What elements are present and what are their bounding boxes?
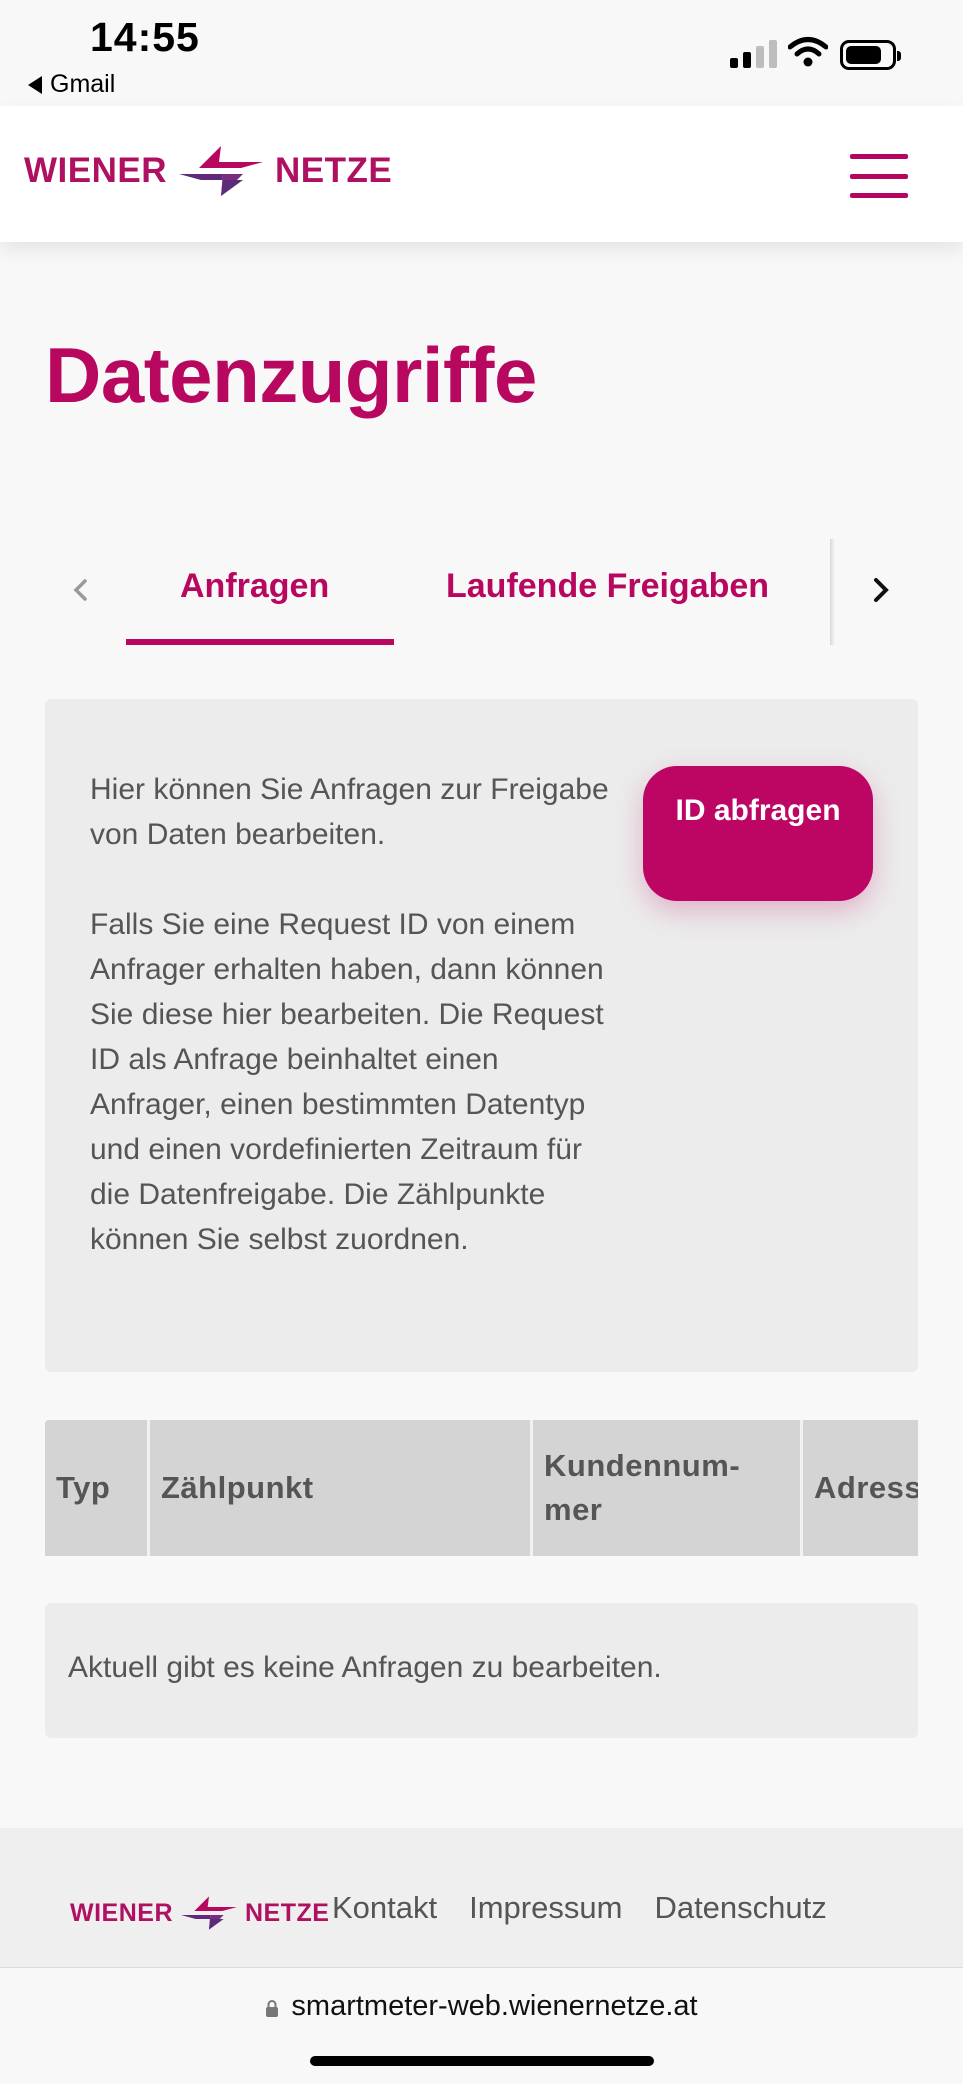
wifi-icon (788, 37, 828, 67)
cellular-signal-icon (730, 40, 777, 68)
column-header-zaehlpunkt: Zählpunkt (147, 1420, 530, 1556)
chevron-right-icon[interactable] (866, 575, 896, 605)
url-text: smartmeter-web.wienernetze.at (291, 1990, 698, 2022)
footer-link-datenschutz[interactable]: Datenschutz (654, 1890, 826, 1926)
tab-anfragen[interactable]: Anfragen (180, 567, 329, 606)
page-title: Datenzugriffe (45, 331, 537, 419)
footer-logo-mark-icon (181, 1896, 237, 1930)
column-header-kundennummer: Kundennum­mer (530, 1420, 800, 1556)
id-abfragen-button[interactable]: ID abfragen (643, 766, 873, 901)
footer-link-kontakt[interactable]: Kontakt (332, 1890, 437, 1926)
lock-icon (266, 1999, 279, 2017)
footer-nav: Kontakt Impressum Datenschutz (332, 1890, 827, 1926)
info-card: Hier können Sie Anfragen zur Freigabe vo… (45, 699, 918, 1372)
column-header-typ: Typ (45, 1420, 147, 1556)
tab-scroll-fade (830, 539, 835, 645)
logo-mark-icon (179, 146, 263, 196)
info-paragraph-2: Falls Sie eine Request ID von einem Anfr… (90, 908, 604, 1256)
logo-word-right: NETZE (275, 151, 393, 190)
tab-laufende-freigaben[interactable]: Laufende Freigaben (446, 567, 769, 606)
empty-state-message: Aktuell gibt es keine Anfragen zu bearbe… (68, 1651, 662, 1684)
site-footer: WIENER NETZE Kontakt Impressum Datenschu… (0, 1828, 963, 1968)
wiener-netze-logo[interactable]: WIENER NETZE (24, 146, 392, 196)
footer-logo-word-right: NETZE (245, 1898, 330, 1927)
info-text: Hier können Sie Anfragen zur Freigabe vo… (90, 767, 610, 1262)
footer-logo[interactable]: WIENER NETZE (70, 1896, 329, 1930)
site-header: WIENER NETZE (0, 106, 963, 242)
tab-bar: Anfragen Laufende Freigaben (44, 535, 920, 645)
home-indicator[interactable] (310, 2056, 654, 2066)
back-to-app-link[interactable]: Gmail (28, 70, 115, 99)
hamburger-menu-icon[interactable] (850, 154, 908, 198)
status-bar: 14:55 Gmail (0, 0, 963, 106)
footer-logo-word-left: WIENER (70, 1898, 173, 1927)
browser-url-bar[interactable]: smartmeter-web.wienernetze.at (0, 1968, 963, 2084)
info-paragraph-1: Hier können Sie Anfragen zur Freigabe vo… (90, 773, 609, 851)
active-tab-indicator (126, 639, 394, 645)
url-display[interactable]: smartmeter-web.wienernetze.at (0, 1990, 963, 2023)
requests-table: Typ Zählpunkt Kundennum­mer Adresse (45, 1420, 918, 1556)
column-header-adresse: Adresse (800, 1420, 918, 1556)
status-time: 14:55 (90, 14, 200, 60)
back-triangle-icon (28, 75, 42, 94)
empty-state-box: Aktuell gibt es keine Anfragen zu bearbe… (45, 1603, 918, 1738)
logo-word-left: WIENER (24, 151, 167, 190)
chevron-left-icon[interactable] (70, 579, 92, 601)
footer-link-impressum[interactable]: Impressum (469, 1890, 622, 1926)
battery-icon (840, 40, 901, 70)
back-app-label: Gmail (50, 70, 116, 98)
